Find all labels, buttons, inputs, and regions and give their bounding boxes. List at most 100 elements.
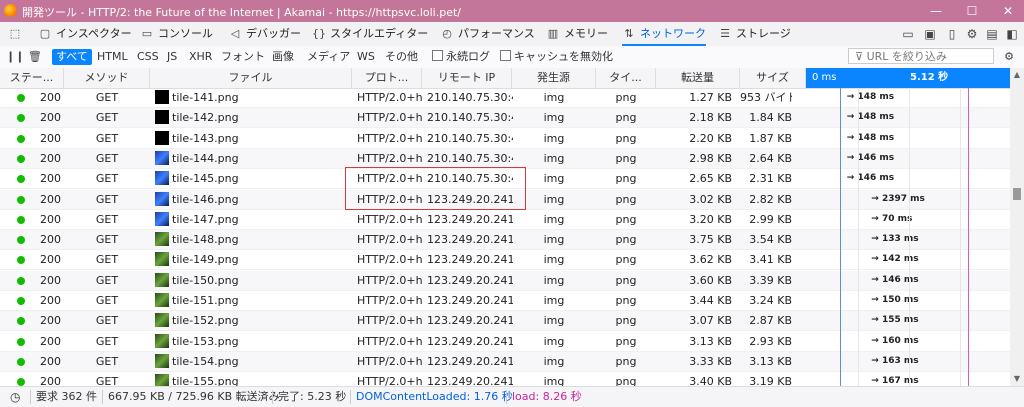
cell-file: tile-148.png (172, 233, 239, 247)
cell-type: png (615, 375, 637, 386)
cell-protocol: HTTP/2.0+h2 (357, 354, 423, 368)
col-cause[interactable]: 発生源 (512, 68, 596, 88)
filter-ws-button[interactable]: WS (353, 49, 379, 65)
window-titlebar: 開発ツール - HTTP/2: the Future of the Intern… (0, 0, 1024, 22)
checkbox-box[interactable] (432, 50, 443, 61)
cell-cause: img (543, 233, 565, 247)
tab-performance[interactable]: ◴ パフォーマンス (440, 22, 535, 46)
tab-network[interactable]: ⇅ ネットワーク (622, 22, 706, 46)
inspector-icon: ▢ (39, 27, 51, 40)
cell-file: tile-154.png (172, 354, 239, 368)
waterfall-timing: → 146 ms (846, 152, 895, 163)
filter-media-button[interactable]: メディア (303, 49, 354, 65)
cell-cause: img (543, 273, 565, 287)
tab-inspector[interactable]: ▢ インスペクター (38, 22, 132, 46)
split-console-icon[interactable]: ▣ (922, 22, 938, 46)
filter-images-button[interactable]: 画像 (268, 49, 298, 65)
cell-status: 200 (40, 233, 61, 247)
status-ok-icon (17, 378, 25, 386)
col-remote-ip[interactable]: リモート IP (422, 68, 512, 88)
tab-label: インスペクター (56, 27, 132, 40)
cell-type: png (615, 91, 637, 104)
cell-type: png (615, 131, 637, 145)
scroll-up-icon[interactable]: ▲ (1010, 68, 1024, 82)
tab-pick-element[interactable]: ⬚ (8, 22, 26, 46)
status-divider (272, 390, 273, 404)
cell-type: png (615, 354, 637, 368)
cell-file: tile-146.png (172, 192, 239, 206)
cell-file: tile-147.png (172, 212, 239, 226)
tab-label: ネットワーク (640, 27, 706, 40)
filter-fonts-button[interactable]: フォント (217, 49, 269, 65)
col-method[interactable]: メソッド (64, 68, 150, 88)
filter-css-button[interactable]: CSS (133, 49, 163, 65)
col-waterfall[interactable]: 0 ms 5.12 秒 (806, 68, 1010, 88)
filter-html-button[interactable]: HTML (93, 49, 132, 65)
col-transferred[interactable]: 転送量 (656, 68, 740, 88)
cell-status: 200 (40, 192, 61, 206)
close-button[interactable]: ✕ (990, 0, 1024, 22)
waterfall-timing: → 133 ms (871, 234, 919, 245)
request-count: 要求 362 件 (36, 390, 97, 403)
scroll-down-icon[interactable]: ▼ (1010, 372, 1024, 386)
waterfall-timing: → 148 ms (846, 132, 895, 143)
persist-log-checkbox[interactable]: 永続ログ (428, 49, 494, 65)
image-thumbnail-icon (155, 232, 169, 247)
cell-transferred: 3.60 KB (689, 273, 732, 287)
cell-status: 200 (40, 131, 61, 145)
trash-icon[interactable]: 🗑 (28, 49, 42, 65)
cell-cause: img (543, 314, 565, 328)
debugger-icon: ◁ (230, 27, 240, 40)
memory-icon: ▥ (547, 27, 559, 40)
cell-protocol: HTTP/2.0+h2 (357, 314, 423, 328)
cell-type: png (615, 294, 637, 307)
status-ok-icon (17, 317, 25, 326)
checkbox-box[interactable] (500, 50, 511, 61)
col-type[interactable]: タイ... (596, 68, 656, 88)
col-size[interactable]: サイズ (740, 68, 806, 88)
responsive-mode-icon[interactable]: ▯ (944, 22, 960, 46)
filter-other-button[interactable]: その他 (381, 49, 422, 65)
filter-js-button[interactable]: JS (163, 49, 181, 65)
cell-status: 200 (40, 294, 61, 307)
settings-gear-icon[interactable]: ⚙ (964, 22, 980, 46)
dock-layout-icon[interactable]: ▭ (900, 22, 916, 46)
cell-method: GET (95, 375, 119, 386)
waterfall-timing: → 146 ms (846, 173, 895, 184)
status-ok-icon (17, 215, 25, 224)
cell-size: 2.93 KB (749, 334, 792, 348)
filter-all-button[interactable]: すべて (52, 49, 92, 65)
disable-cache-checkbox[interactable]: キャッシュを無効化 (496, 49, 617, 65)
col-file[interactable]: ファイル (150, 68, 352, 88)
cell-cause: img (543, 334, 565, 348)
url-filter-input[interactable]: ⊽ URL を絞り込み (848, 48, 994, 64)
minimize-button[interactable]: — (918, 0, 954, 22)
cell-file: tile-145.png (172, 172, 239, 186)
filter-xhr-button[interactable]: XHR (185, 49, 216, 65)
tab-console[interactable]: ▭ コンソール (140, 22, 213, 46)
cell-method: GET (95, 253, 119, 267)
tab-style-editor[interactable]: {} スタイルエディター (312, 22, 428, 46)
scroll-thumb[interactable] (1013, 188, 1021, 200)
sidebar-toggle-icon[interactable]: ◧ (1004, 22, 1020, 46)
tab-memory[interactable]: ▥ メモリー (546, 22, 608, 46)
tab-storage[interactable]: ☰ ストレージ (718, 22, 791, 46)
vertical-scrollbar[interactable]: ▲ ▼ (1010, 68, 1024, 386)
screenshot-icon[interactable]: ▤ (984, 22, 1000, 46)
pause-icon[interactable]: ❙❙ (6, 49, 24, 65)
cell-size: 2.99 KB (749, 212, 792, 226)
cell-file: tile-149.png (172, 253, 239, 267)
maximize-button[interactable]: ☐ (954, 0, 990, 22)
load-marker (968, 88, 969, 386)
har-menu-icon[interactable]: ⚙ (1002, 49, 1016, 65)
cell-cause: img (543, 253, 565, 267)
col-protocol[interactable]: プロト... (352, 68, 422, 88)
cell-cause: img (543, 131, 565, 145)
tab-label: コンソール (158, 27, 213, 40)
cell-transferred: 3.40 KB (689, 375, 732, 386)
col-status[interactable]: ステー... (0, 68, 64, 88)
performance-analysis-icon[interactable]: ◷ (10, 387, 20, 407)
tab-debugger[interactable]: ◁ デバッガー (228, 22, 301, 46)
waterfall-timing: → 163 ms (871, 355, 919, 366)
status-ok-icon (17, 114, 25, 123)
